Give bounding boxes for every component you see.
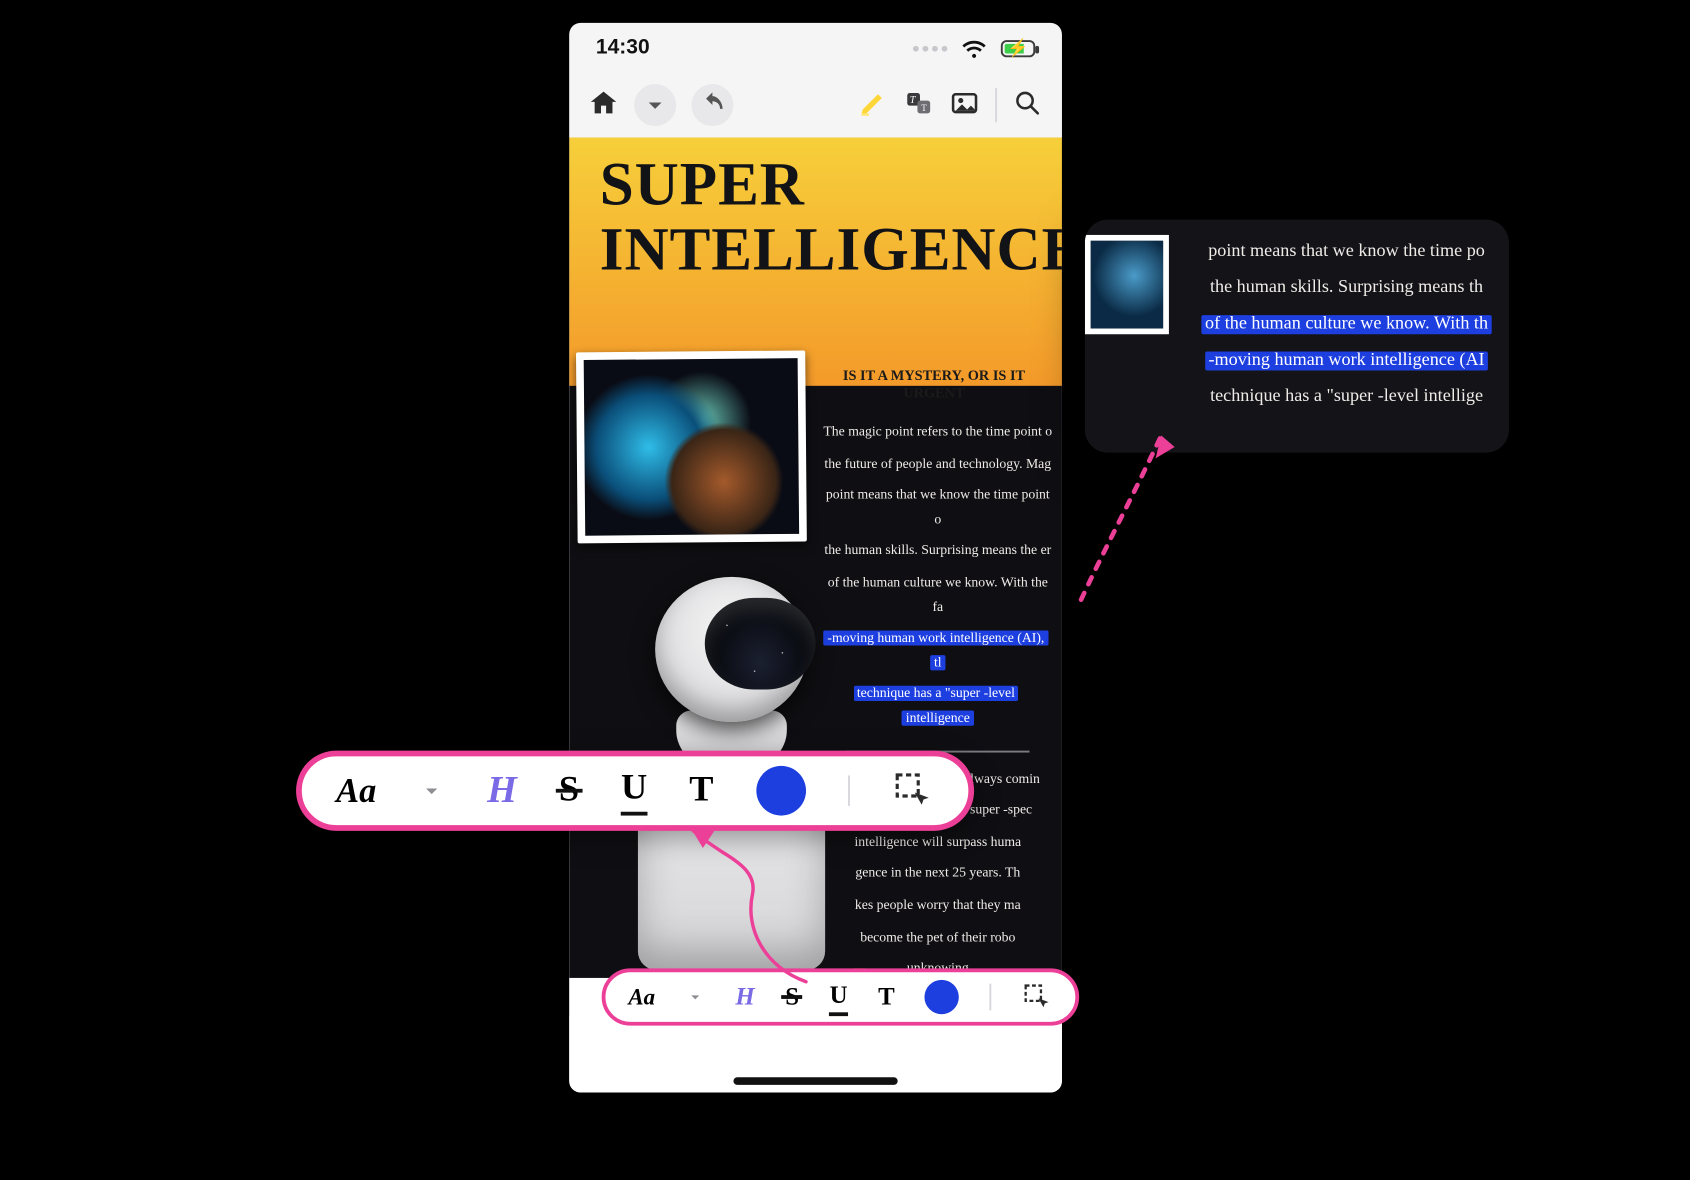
- strikethrough-button[interactable]: S: [559, 770, 579, 812]
- color-swatch[interactable]: [925, 980, 959, 1014]
- chevron-down-button[interactable]: [634, 84, 676, 126]
- highlight-button[interactable]: H: [735, 982, 754, 1013]
- article-body[interactable]: SUPER INTELLIGENCE IS IT A MYSTERY, OR I…: [569, 138, 1062, 1017]
- article-title-1: SUPER: [600, 149, 805, 218]
- format-toolbar-callout: Aa H S U T: [296, 751, 973, 831]
- font-style-button[interactable]: Aa: [336, 771, 376, 811]
- wifi-icon: [959, 32, 990, 63]
- color-swatch[interactable]: [756, 766, 806, 816]
- toolbar-divider: [995, 88, 997, 122]
- highlighted-text: of the human culture we know. With th: [1201, 315, 1492, 334]
- highlight-button[interactable]: H: [487, 769, 517, 813]
- article-title-2: INTELLIGENCE: [600, 213, 1062, 282]
- battery-icon: ⚡: [1001, 39, 1035, 56]
- image-icon[interactable]: [949, 87, 980, 123]
- underline-button[interactable]: U: [621, 767, 647, 815]
- magnifier-popover: point means that we know the time po the…: [1085, 220, 1509, 453]
- underline-button[interactable]: U: [830, 979, 848, 1015]
- squiggly-button[interactable]: T: [689, 770, 713, 812]
- article-kicker: IS IT A MYSTERY, OR IS IT URGENT: [814, 367, 1055, 401]
- undo-button[interactable]: [691, 84, 733, 126]
- divider: [990, 984, 992, 1009]
- format-toolbar-small: Aa H S U T: [602, 968, 1080, 1025]
- top-toolbar: TT: [569, 73, 1062, 138]
- home-icon[interactable]: [588, 87, 619, 123]
- area-select-button[interactable]: [891, 770, 933, 812]
- strikethrough-button[interactable]: S: [785, 982, 799, 1013]
- highlighted-text[interactable]: -moving human work intelligence (AI), tl: [824, 631, 1049, 670]
- article-column: The magic point refers to the time point…: [821, 420, 1054, 989]
- search-icon[interactable]: [1012, 87, 1043, 123]
- chevron-down-icon[interactable]: [418, 777, 445, 804]
- chevron-down-icon[interactable]: [686, 987, 705, 1006]
- text-style-icon[interactable]: TT: [903, 87, 934, 123]
- squiggly-button[interactable]: T: [878, 982, 895, 1013]
- area-select-button[interactable]: [1023, 982, 1054, 1013]
- statusbar: 14:30 ⚡: [569, 23, 1062, 73]
- divider: [847, 775, 849, 807]
- nebula-thumb: [1085, 235, 1169, 334]
- font-style-button[interactable]: Aa: [628, 983, 655, 1012]
- highlighted-text[interactable]: technique has a "super -level intelligen…: [853, 686, 1019, 725]
- article-hero: SUPER INTELLIGENCE: [569, 138, 1062, 386]
- statusbar-time: 14:30: [596, 36, 650, 59]
- phone-frame: 14:30 ⚡: [569, 23, 1062, 1093]
- home-indicator: [733, 1077, 897, 1085]
- nebula-image: [576, 350, 807, 543]
- svg-text:T: T: [921, 102, 927, 112]
- highlighted-text: -moving human work intelligence (AI: [1205, 351, 1489, 370]
- cell-signal-icon: [913, 45, 947, 51]
- highlighter-icon[interactable]: [858, 87, 889, 123]
